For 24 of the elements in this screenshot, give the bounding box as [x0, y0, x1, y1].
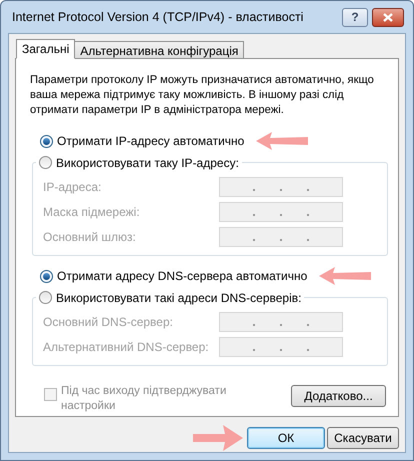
- field-label: Маска підмережі:: [43, 204, 140, 221]
- close-button[interactable]: [372, 8, 404, 26]
- advanced-button[interactable]: Додатково...: [291, 385, 386, 407]
- radio-button[interactable]: [39, 156, 52, 169]
- field-label: Альтернативний DNS-сервер:: [43, 339, 209, 356]
- tab[interactable]: Загальні: [16, 39, 76, 59]
- field-label: IP-адреса:: [43, 179, 102, 196]
- radio-button[interactable]: [40, 270, 53, 282]
- description-text: Параметри протоколу IP можуть призначатися автоматично, якщо ваша мережа підтримує таку можливість. В іншому разі слід отримати параметри IP в адміністратора мережі.: [30, 73, 375, 118]
- radio-label[interactable]: Отримати адресу DNS-сервера автоматично: [57, 267, 308, 285]
- help-button[interactable]: ?: [342, 8, 368, 26]
- radio-label[interactable]: Отримати IP-адресу автоматично: [57, 132, 244, 150]
- field-label: Основний DNS-сервер:: [43, 314, 173, 331]
- radio-button[interactable]: [40, 134, 53, 148]
- close-icon: [383, 12, 393, 22]
- tab[interactable]: Альтернативна конфігурація: [75, 41, 244, 59]
- radio-button[interactable]: [39, 291, 52, 304]
- checkbox-label: Під час виходу підтверджувати настройки: [61, 384, 228, 414]
- field-label: Основний шлюз:: [43, 229, 136, 246]
- radio-label[interactable]: Використовувати таку IP-адресу:: [56, 154, 239, 172]
- radio-label[interactable]: Використовувати такі адреси DNS-серверів:: [56, 288, 302, 306]
- cancel-button[interactable]: Скасувати: [327, 427, 399, 449]
- ok-button[interactable]: ОК: [247, 427, 325, 449]
- window-title: Internet Protocol Version 4 (TCP/IPv4) - властивості: [12, 8, 304, 26]
